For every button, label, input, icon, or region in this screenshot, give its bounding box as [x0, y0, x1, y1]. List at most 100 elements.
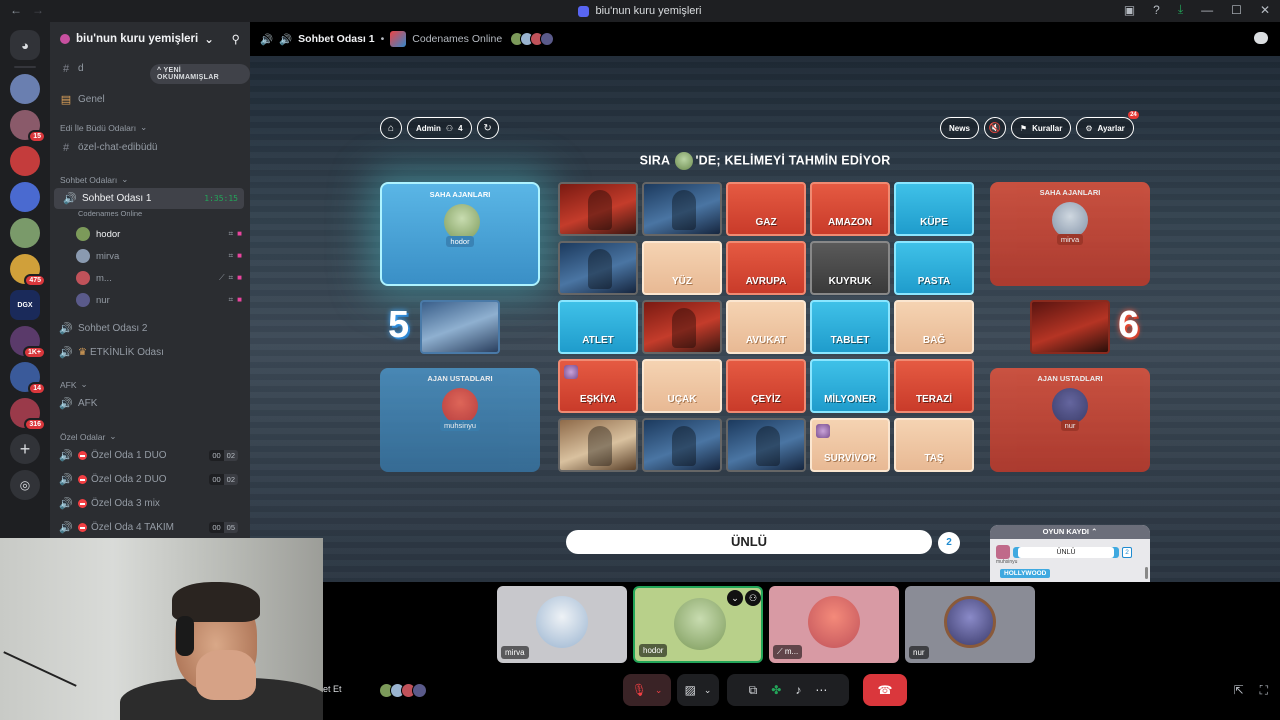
- maximize-icon[interactable]: ☐: [1231, 3, 1242, 17]
- discover-icon[interactable]: ◎: [10, 470, 40, 500]
- new-unreads-pill[interactable]: ^ YENİ OKUNMAMIŞLAR: [150, 64, 250, 84]
- close-icon[interactable]: ✕: [1260, 3, 1270, 17]
- chevron-down-icon[interactable]: ⌄: [727, 590, 743, 606]
- word-card[interactable]: PASTA: [894, 241, 974, 295]
- help-icon[interactable]: ?: [1153, 3, 1160, 17]
- voice-channel-sohbet-1[interactable]: 🔊 Sohbet Odası 1 1:35:15: [54, 188, 244, 209]
- news-button[interactable]: News 24: [940, 111, 1139, 139]
- voice-channel-ozel-1[interactable]: 🔊 Özel Oda 1 DUO 00 02: [50, 445, 244, 466]
- server-icon-10[interactable]: 316: [10, 398, 46, 431]
- rules-button[interactable]: ⚑ Kurallar: [1010, 117, 1072, 139]
- server-icon-4[interactable]: [10, 182, 40, 212]
- home-icon[interactable]: ⌂: [380, 117, 402, 139]
- voice-channel-etkinlik[interactable]: 🔊 ♛ ETKİNLİK Odası: [50, 342, 244, 363]
- red-operatives-panel[interactable]: SAHA AJANLARI mirva: [990, 182, 1150, 286]
- fullscreen-icon[interactable]: ⛶: [1260, 683, 1268, 698]
- forward-arrow-icon[interactable]: →: [32, 3, 44, 17]
- voice-user[interactable]: m... ⟋ ⌗ ■: [76, 268, 242, 288]
- more-icon[interactable]: ⋯: [815, 683, 827, 697]
- participant-tile[interactable]: hodor ⌄ ⚇: [633, 586, 763, 663]
- sound-muted-icon[interactable]: 🔇: [983, 117, 1006, 139]
- revealed-card[interactable]: [642, 300, 722, 354]
- word-card[interactable]: AMAZON: [810, 182, 890, 236]
- word-card[interactable]: UÇAK: [642, 359, 722, 413]
- user-status-icons: ⌗ ■: [229, 251, 242, 261]
- revealed-card[interactable]: [558, 418, 638, 472]
- leave-call-button[interactable]: ☎: [863, 674, 907, 706]
- server-icon-3[interactable]: [10, 146, 40, 176]
- log-clue-number: 2: [1122, 546, 1132, 558]
- blue-operatives-panel[interactable]: SAHA AJANLARI hodor: [380, 182, 540, 286]
- agent-figure: [588, 426, 612, 466]
- participant-tile[interactable]: nur: [905, 586, 1035, 663]
- word-card[interactable]: KUYRUK: [810, 241, 890, 295]
- word-card[interactable]: TABLET: [810, 300, 890, 354]
- word-card[interactable]: GAZ: [726, 182, 806, 236]
- category-sohbet[interactable]: Sohbet Odaları ⌄: [60, 174, 128, 185]
- scrollbar[interactable]: [1145, 567, 1148, 579]
- red-spymasters-panel[interactable]: AJAN USTADLARI nur: [990, 368, 1150, 472]
- voice-channel-ozel-4[interactable]: 🔊 Özel Oda 4 TAKIM 00 05: [50, 517, 244, 538]
- settings-button[interactable]: ⚙ Ayarlar: [1076, 117, 1134, 139]
- participant-tile[interactable]: mirva: [497, 586, 627, 663]
- player-avatar: [444, 204, 480, 240]
- reset-icon[interactable]: ↻: [476, 117, 499, 139]
- add-user-icon[interactable]: ⚇: [745, 590, 761, 606]
- chat-icon[interactable]: [1254, 32, 1268, 44]
- back-arrow-icon[interactable]: ←: [10, 3, 22, 17]
- revealed-card[interactable]: [558, 182, 638, 236]
- server-header[interactable]: biu'nun kuru yemişleri ⌄ ⚲: [50, 22, 250, 56]
- word-card[interactable]: MİLYONER: [810, 359, 890, 413]
- word-card[interactable]: AVUKAT: [726, 300, 806, 354]
- server-icon-5[interactable]: [10, 218, 40, 248]
- revealed-card[interactable]: [642, 182, 722, 236]
- server-icon-1[interactable]: [10, 74, 40, 104]
- minimize-icon[interactable]: —: [1201, 3, 1213, 17]
- soundboard-icon[interactable]: ♪: [795, 683, 801, 697]
- discord-home-icon[interactable]: ◕: [10, 30, 40, 60]
- voice-user[interactable]: hodor ⌗ ■: [76, 224, 242, 244]
- blue-spymasters-panel[interactable]: AJAN USTADLARI muhsinyu: [380, 368, 540, 472]
- add-server-icon[interactable]: +: [10, 434, 40, 464]
- screen-share-icon[interactable]: ⧉: [749, 683, 758, 698]
- server-icon-2[interactable]: 15: [10, 110, 46, 143]
- category-afk[interactable]: AFK ⌄: [60, 379, 88, 390]
- word-card[interactable]: ATLET: [558, 300, 638, 354]
- revealed-card[interactable]: [558, 241, 638, 295]
- revealed-card[interactable]: [726, 418, 806, 472]
- voice-channel-sohbet-2[interactable]: 🔊 Sohbet Odası 2: [50, 318, 244, 339]
- word-card[interactable]: BAĞ: [894, 300, 974, 354]
- word-card[interactable]: YÜZ: [642, 241, 722, 295]
- channel-ozel-chat[interactable]: # özel-chat-edibüdü: [50, 137, 244, 158]
- camera-button[interactable]: ▨ ⌄: [677, 674, 719, 706]
- word-card[interactable]: EŞKİYA: [558, 359, 638, 413]
- invite-user-icon[interactable]: ⚲: [232, 32, 240, 46]
- voice-user[interactable]: mirva ⌗ ■: [76, 246, 242, 266]
- word-card[interactable]: AVRUPA: [726, 241, 806, 295]
- voice-channel-ozel-3[interactable]: 🔊 Özel Oda 3 mix: [50, 493, 244, 514]
- channel-genel[interactable]: ▤ Genel: [50, 89, 244, 110]
- game-log-header[interactable]: OYUN KAYDI ⌃: [990, 525, 1150, 539]
- server-icon-9[interactable]: 14: [10, 362, 46, 395]
- voice-channel-afk[interactable]: 🔊 AFK: [50, 393, 244, 414]
- activity-icon[interactable]: ✤: [771, 683, 781, 697]
- word-card[interactable]: TAŞ: [894, 418, 974, 472]
- category-ozel[interactable]: Özel Odalar ⌄: [60, 431, 116, 442]
- category-edi[interactable]: Edi İle Büdü Odaları ⌄: [60, 122, 147, 133]
- word-card[interactable]: KÜPE: [894, 182, 974, 236]
- mute-button[interactable]: 🎙 ⌄: [623, 674, 671, 706]
- word-card[interactable]: ÇEYİZ: [726, 359, 806, 413]
- revealed-card[interactable]: [642, 418, 722, 472]
- word-card[interactable]: SURVİVOR: [810, 418, 890, 472]
- server-icon-7[interactable]: DGX: [10, 290, 40, 320]
- download-icon[interactable]: ⤓: [1178, 2, 1183, 17]
- inbox-icon[interactable]: ▣: [1124, 3, 1135, 17]
- server-icon-8[interactable]: 1K+: [10, 326, 46, 359]
- word-card[interactable]: TERAZİ: [894, 359, 974, 413]
- server-icon-6[interactable]: 475: [10, 254, 46, 287]
- voice-channel-ozel-2[interactable]: 🔊 Özel Oda 2 DUO 00 02: [50, 469, 244, 490]
- voice-user[interactable]: nur ⌗ ■: [76, 290, 242, 310]
- admin-button[interactable]: Admin ⚇ 4: [407, 117, 472, 139]
- participant-tile[interactable]: ⟋ m...: [769, 586, 899, 663]
- popout-icon[interactable]: ⇱: [1234, 683, 1244, 698]
